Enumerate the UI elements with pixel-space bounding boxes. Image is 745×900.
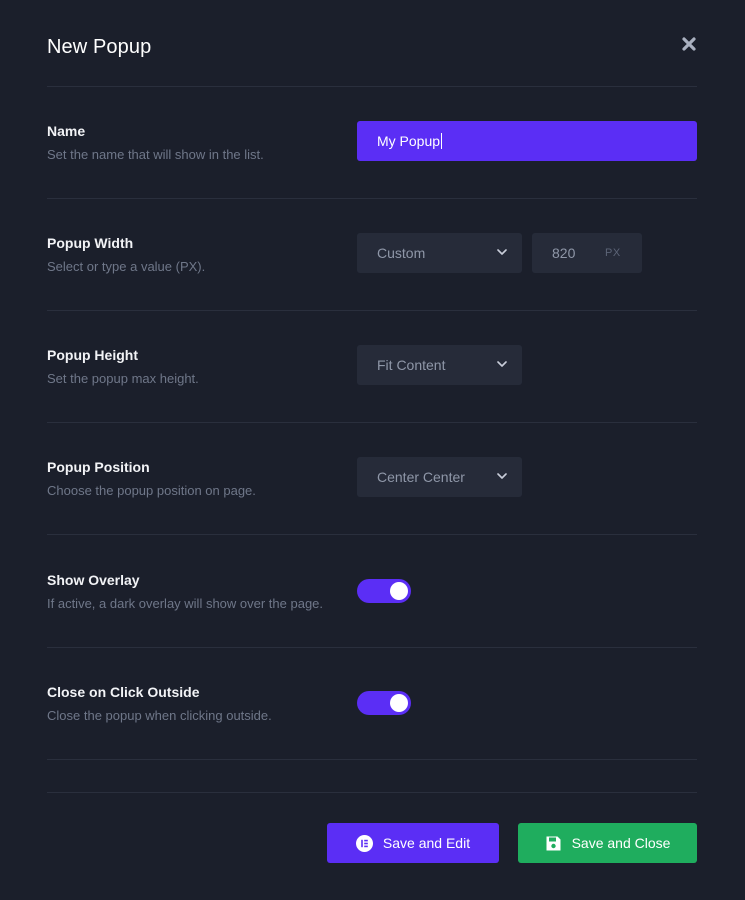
save-and-edit-label: Save and Edit bbox=[382, 835, 471, 851]
position-control: Center Center bbox=[357, 457, 522, 497]
save-and-close-button[interactable]: Save and Close bbox=[518, 823, 697, 863]
height-row: Popup Height Set the popup max height. F… bbox=[47, 310, 697, 423]
width-description: Select or type a value (PX). bbox=[47, 259, 206, 274]
height-label: Popup Height bbox=[47, 347, 138, 363]
name-row: Name Set the name that will show in the … bbox=[47, 86, 697, 199]
modal-title: New Popup bbox=[47, 36, 152, 58]
position-row: Popup Position Choose the popup position… bbox=[47, 422, 697, 535]
width-select-value: Custom bbox=[377, 245, 426, 261]
close-button[interactable] bbox=[681, 36, 697, 52]
text-caret bbox=[441, 133, 443, 149]
toggle-knob bbox=[390, 694, 408, 712]
width-number-value: 820 bbox=[552, 245, 576, 261]
chevron-down-icon bbox=[497, 361, 507, 367]
height-control: Fit Content bbox=[357, 345, 522, 385]
floppy-disk-icon bbox=[546, 836, 561, 850]
chevron-down-icon bbox=[497, 249, 507, 255]
modal-header: New Popup bbox=[47, 0, 697, 87]
width-label: Popup Width bbox=[47, 235, 134, 251]
click-outside-control bbox=[357, 691, 411, 715]
click-outside-toggle[interactable] bbox=[357, 691, 411, 715]
height-select-value: Fit Content bbox=[377, 357, 446, 373]
close-icon bbox=[682, 37, 696, 51]
click-outside-row: Close on Click Outside Close the popup w… bbox=[47, 647, 697, 760]
name-input[interactable]: My Popup bbox=[357, 121, 697, 161]
overlay-control bbox=[357, 579, 411, 603]
position-description: Choose the popup position on page. bbox=[47, 483, 256, 498]
position-label: Popup Position bbox=[47, 459, 150, 475]
chevron-down-icon bbox=[497, 473, 507, 479]
footer-divider bbox=[47, 792, 697, 793]
new-popup-modal: New Popup Name Set the name that will sh… bbox=[0, 0, 745, 900]
width-control: Custom 820 PX bbox=[357, 233, 642, 273]
toggle-knob bbox=[390, 582, 408, 600]
name-label: Name bbox=[47, 123, 86, 139]
height-select[interactable]: Fit Content bbox=[357, 345, 522, 385]
name-description: Set the name that will show in the list. bbox=[47, 147, 264, 162]
elementor-icon bbox=[355, 834, 373, 852]
width-unit: PX bbox=[605, 247, 621, 259]
click-outside-label: Close on Click Outside bbox=[47, 684, 200, 700]
overlay-description: If active, a dark overlay will show over… bbox=[47, 596, 324, 611]
position-select[interactable]: Center Center bbox=[357, 457, 522, 497]
name-control: My Popup bbox=[357, 121, 697, 161]
overlay-toggle[interactable] bbox=[357, 579, 411, 603]
width-select[interactable]: Custom bbox=[357, 233, 522, 273]
height-description: Set the popup max height. bbox=[47, 371, 199, 386]
name-input-value: My Popup bbox=[377, 133, 441, 149]
save-and-edit-button[interactable]: Save and Edit bbox=[327, 823, 499, 863]
width-row: Popup Width Select or type a value (PX).… bbox=[47, 198, 697, 311]
overlay-label: Show Overlay bbox=[47, 572, 140, 588]
position-select-value: Center Center bbox=[377, 469, 465, 485]
save-and-close-label: Save and Close bbox=[571, 835, 671, 851]
overlay-row: Show Overlay If active, a dark overlay w… bbox=[47, 535, 697, 648]
width-number-input[interactable]: 820 PX bbox=[532, 233, 642, 273]
click-outside-description: Close the popup when clicking outside. bbox=[47, 708, 272, 723]
